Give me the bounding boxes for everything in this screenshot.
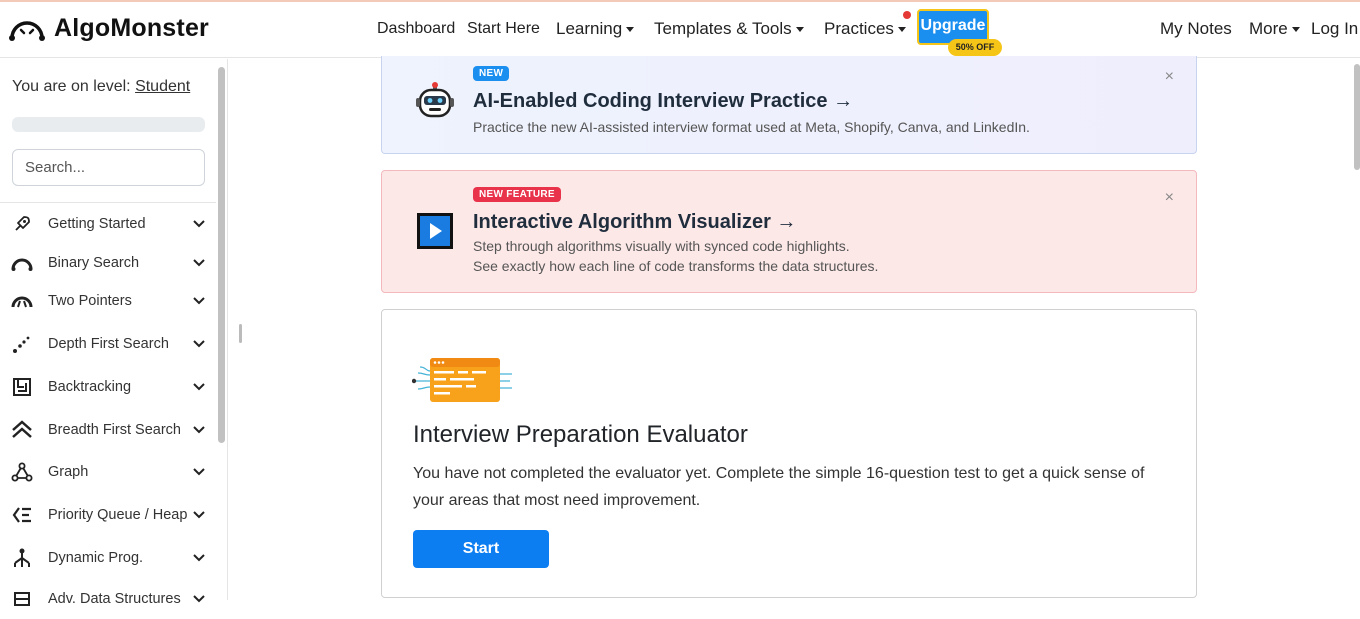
nav-practices[interactable]: Practices [824, 19, 906, 39]
play-icon [417, 213, 453, 254]
close-icon[interactable]: × [1165, 68, 1174, 86]
sidebar-resize-handle[interactable] [239, 324, 242, 343]
notification-dot [903, 11, 911, 19]
nav-more-label: More [1249, 19, 1288, 38]
visualizer-banner-subtitle-1: Step through algorithms visually with sy… [473, 238, 850, 254]
nav-templates-label: Templates & Tools [654, 19, 792, 38]
level-link[interactable]: Student [135, 78, 190, 95]
sidebar-scrollbar[interactable] [218, 67, 225, 443]
nav-templates-tools[interactable]: Templates & Tools [654, 19, 804, 39]
sidebar-item-dynamic-programming[interactable]: Dynamic Prog. [0, 538, 216, 578]
visualizer-banner[interactable]: NEW FEATURE Interactive Algorithm Visual… [381, 170, 1197, 293]
ai-banner-title[interactable]: AI-Enabled Coding Interview Practice → [473, 90, 853, 113]
chevron-down-icon [193, 378, 205, 396]
code-window-icon [411, 354, 514, 411]
chevron-down-icon [193, 549, 205, 567]
chevron-down-icon [193, 292, 205, 310]
caret-down-icon [795, 27, 804, 33]
sidebar-item-graph[interactable]: Graph [0, 452, 216, 492]
level-prefix: You are on level: [12, 78, 131, 95]
start-button[interactable]: Start [413, 530, 549, 568]
chevron-down-icon [193, 463, 205, 481]
nav-dashboard[interactable]: Dashboard [377, 20, 455, 38]
new-feature-badge: NEW FEATURE [473, 187, 561, 202]
evaluator-card: Interview Preparation Evaluator You have… [381, 309, 1197, 598]
bfs-icon [11, 419, 33, 441]
level-indicator: You are on level: Student [12, 78, 190, 96]
logo-icon [9, 20, 45, 41]
caret-down-icon [1291, 27, 1300, 33]
binary-search-icon [11, 252, 33, 274]
sidebar: You are on level: Student Getting Starte… [0, 59, 228, 607]
chevron-down-icon [193, 506, 205, 524]
chevron-down-icon [193, 215, 205, 233]
nav-learning-label: Learning [556, 19, 623, 38]
sidebar-search-input[interactable] [12, 149, 205, 186]
sidebar-item-backtracking[interactable]: Backtracking [0, 367, 216, 407]
dfs-icon [11, 333, 33, 355]
nav-login[interactable]: Log In [1311, 19, 1358, 39]
sidebar-item-label: Getting Started [48, 216, 146, 232]
sidebar-item-label: Depth First Search [48, 336, 169, 352]
ai-banner-subtitle: Practice the new AI-assisted interview f… [473, 119, 1030, 135]
evaluator-description: You have not completed the evaluator yet… [413, 465, 1145, 509]
caret-down-icon [897, 27, 906, 33]
sidebar-item-label: Backtracking [48, 379, 132, 395]
chevron-down-icon [193, 590, 205, 608]
new-badge: NEW [473, 66, 510, 81]
maze-icon [11, 376, 33, 398]
sidebar-item-priority-queue[interactable]: Priority Queue / Heap [0, 495, 216, 535]
sidebar-item-binary-search[interactable]: Binary Search [0, 243, 216, 283]
sidebar-divider [0, 202, 216, 203]
sidebar-item-label: Two Pointers [48, 293, 132, 309]
rocket-icon [11, 213, 33, 235]
nav-start-here[interactable]: Start Here [467, 20, 540, 38]
caret-down-icon [626, 27, 635, 33]
sidebar-item-breadth-first-search[interactable]: Breadth First Search [0, 410, 216, 450]
nav-practices-label: Practices [824, 19, 894, 38]
graph-icon [11, 461, 33, 483]
sidebar-item-label: Priority Queue / Heap [48, 507, 188, 523]
visualizer-banner-title[interactable]: Interactive Algorithm Visualizer → [473, 211, 796, 234]
two-pointers-icon [11, 290, 33, 312]
dynamic-programming-icon [11, 547, 33, 569]
ai-practice-banner[interactable]: NEW AI-Enabled Coding Interview Practice… [381, 56, 1197, 154]
visualizer-banner-subtitle-2: See exactly how each line of code transf… [473, 258, 879, 274]
priority-queue-icon [11, 504, 33, 526]
nav-my-notes[interactable]: My Notes [1160, 19, 1232, 39]
chevron-down-icon [193, 335, 205, 353]
sidebar-item-label: Binary Search [48, 255, 140, 271]
main-scrollbar[interactable] [1354, 64, 1360, 170]
sidebar-item-label: Dynamic Prog. [48, 550, 144, 566]
chevron-down-icon [193, 421, 205, 439]
sidebar-item-label: Graph [48, 464, 89, 480]
sidebar-item-label: Breadth First Search [48, 422, 181, 438]
sidebar-item-depth-first-search[interactable]: Depth First Search [0, 324, 216, 364]
sidebar-item-advanced-data-structures[interactable]: Adv. Data Structures [0, 579, 216, 619]
chevron-down-icon [193, 254, 205, 272]
close-icon[interactable]: × [1165, 189, 1174, 207]
sidebar-item-two-pointers[interactable]: Two Pointers [0, 281, 216, 321]
logo-text: AlgoMonster [54, 14, 209, 42]
evaluator-title: Interview Preparation Evaluator [413, 421, 748, 448]
logo[interactable]: AlgoMonster [8, 14, 209, 43]
robot-icon [415, 81, 455, 126]
discount-badge: 50% OFF [948, 39, 1002, 56]
nav-learning[interactable]: Learning [556, 19, 635, 39]
top-navbar: AlgoMonster Dashboard Start Here Learnin… [0, 2, 1360, 58]
nav-more[interactable]: More [1249, 19, 1300, 39]
sidebar-item-label: Adv. Data Structures [48, 591, 181, 607]
data-structures-icon [11, 588, 33, 610]
level-progress-bar [12, 117, 205, 132]
sidebar-item-getting-started[interactable]: Getting Started [0, 204, 216, 244]
